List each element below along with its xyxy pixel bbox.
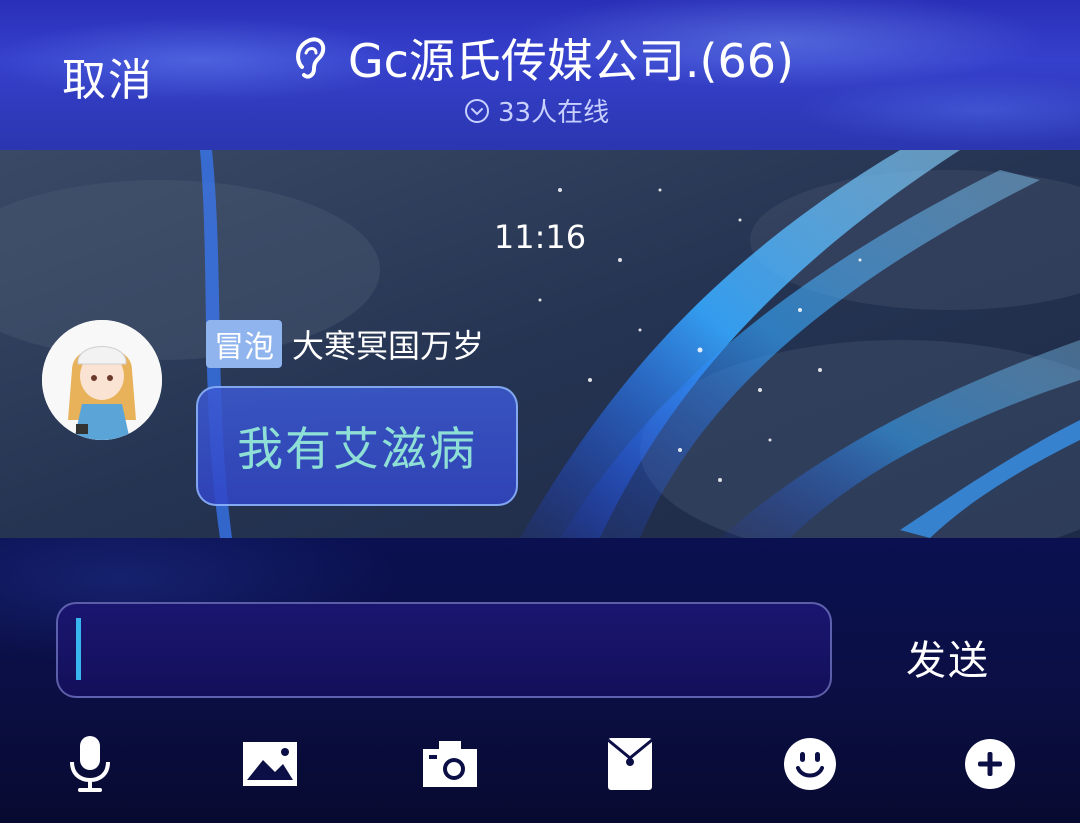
camera-icon [423,741,477,787]
toolbar [0,734,1080,804]
image-icon [243,742,297,786]
message-input[interactable] [56,602,832,698]
sender-name[interactable]: 大寒冥国万岁 [292,321,484,367]
avatar[interactable] [42,320,162,440]
message-timestamp: 11:16 [493,218,587,256]
text-cursor [76,618,81,680]
camera-button[interactable] [420,734,480,794]
header-bar: 取消 Gc源氏传媒公司.(66) 33人在线 [0,0,1080,150]
emoji-icon [784,738,836,790]
chevron-down-circle-icon [465,98,489,123]
member-tag: 冒泡 [206,320,282,368]
red-packet-icon [607,738,653,790]
composer-panel: 发送 [0,538,1080,823]
anime-girl-avatar [42,320,162,440]
group-title: Gc源氏传媒公司.(66) [348,34,794,88]
cancel-button[interactable]: 取消 [62,44,154,108]
chat-screen: 取消 Gc源氏传媒公司.(66) 33人在线 11:16 冒泡 大寒冥国万岁 我… [0,0,1080,823]
more-button[interactable] [960,734,1020,794]
red-packet-button[interactable] [600,734,660,794]
send-button[interactable]: 发送 [906,628,990,686]
online-count[interactable]: 33人在线 [464,92,609,129]
microphone-icon [70,736,110,792]
plus-icon [965,739,1015,789]
chat-background [0,150,1080,538]
ear-icon [296,37,326,79]
online-count-text: 33人在线 [498,98,610,128]
emoji-button[interactable] [780,734,840,794]
message-bubble[interactable]: 我有艾滋病 [196,386,518,506]
title-row[interactable]: Gc源氏传媒公司.(66) [290,28,794,88]
message-text: 我有艾滋病 [237,422,477,476]
microphone-button[interactable] [60,734,120,794]
image-button[interactable] [240,734,300,794]
chat-area[interactable]: 11:16 冒泡 大寒冥国万岁 我有艾滋病 [0,150,1080,538]
sender-row: 冒泡 大寒冥国万岁 [206,320,484,368]
